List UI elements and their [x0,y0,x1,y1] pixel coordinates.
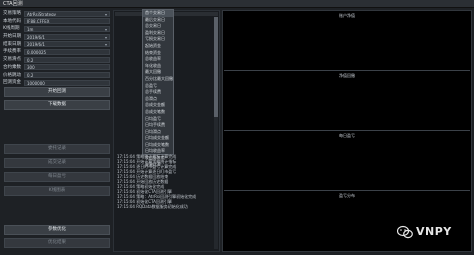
chevron-down-icon[interactable]: ▾ [105,42,107,46]
chart-title-daily-pnl: 每日盈亏 [339,133,355,138]
form-row: K线周期 1m ▾ [2,25,110,32]
form-row: 交易滑点 0.2 [2,56,110,63]
form-label: 手续费率 [3,49,21,55]
pnl-distribution-chart: 盈亏分布 [224,191,470,251]
form-input[interactable]: 300 [24,64,110,71]
form-select[interactable]: 1m ▾ [24,25,110,32]
window-title: CTA回测 [3,1,23,7]
dropdown-item[interactable]: 总交易日 [143,23,173,30]
form-value: 1m [27,26,34,32]
form-select[interactable]: 2019/6/1 ▾ [24,33,110,40]
form-select[interactable]: 2019/6/1 ▾ [24,41,110,48]
chevron-down-icon[interactable]: ▾ [105,12,107,16]
dropdown-item[interactable]: 年化收益 [143,63,173,70]
dropdown-item[interactable]: 总盈亏 [143,83,173,90]
form-row: 开始日期 2019/6/1 ▾ [2,33,110,40]
drawdown-chart: 净值回撤 [224,71,470,131]
form-label: 本地代码 [3,18,21,24]
dropdown-item[interactable]: 日均滑点 [143,129,173,136]
log-line: 17:15:04 RQData数据服务初始化成功 [117,204,188,209]
dropdown-item[interactable]: 总滑点 [143,96,173,103]
form-input[interactable]: 1000000 [24,79,110,86]
form-value: 2019/6/1 [27,42,45,48]
form-input[interactable]: IF88.CFFEX [24,18,110,25]
form-select[interactable]: AtrRsiStrategy ▾ [24,10,110,17]
daily-pnl-chart: 每日盈亏 [224,131,470,191]
form-value: 0.000025 [27,49,47,55]
form-label: 交易滑点 [3,57,21,63]
dropdown-item[interactable]: 盈利交易日 [143,30,173,37]
backtest-settings-panel: 交易策略 AtrRsiStrategy ▾ 本地代码 IF88.CFFEX K线周期 1m ▾… [2,10,110,252]
optimize-result-button[interactable]: 优化结果 [4,238,110,248]
form-label: 开始日期 [3,34,21,40]
dropdown-item[interactable]: 总成交笔数 [143,109,173,116]
form-value: 1000000 [27,80,45,86]
form-value: IF88.CFFEX [27,19,50,25]
dropdown-item[interactable]: 日均盈亏 [143,116,173,123]
dropdown-item[interactable]: 日均手续费 [143,122,173,129]
form-value: 0.2 [27,73,34,78]
watermark-text: VNPY [416,225,452,238]
balance-chart: 账户净值 [224,11,470,71]
wechat-icon [397,225,413,239]
form-label: 交易策略 [3,11,21,16]
dropdown-item[interactable]: 起始资金 [143,43,173,50]
form-label: 价格跳动 [3,72,21,78]
dropdown-item[interactable]: 百分比最大回撤 [143,76,173,83]
log-output: 17:15:04 策略统计指标计算完成 17:15:04 开始计算策略统计指标 17… [117,154,213,209]
form-row: 合约乘数 300 [2,64,110,71]
form-input[interactable]: 0.2 [24,56,110,63]
dropdown-item[interactable]: 总收益率 [143,56,173,63]
vertical-scrollbar-thumb[interactable] [214,17,218,117]
form-value: AtrRsiStrategy [27,11,56,17]
dropdown-item[interactable]: 总手续费 [143,89,173,96]
chart-panel: 账户净值 净值回撤 每日盈亏 盈亏分布 [222,10,472,252]
form-row: 本地代码 IF88.CFFEX [2,18,110,25]
k-chart-button[interactable]: K线图表 [4,186,110,196]
start-backtest-button[interactable]: 开始回测 [4,87,110,97]
statistics-dropdown-menu[interactable]: 首个交易日 最后交易日 总交易日 盈利交易日 亏损交易日 起始资金 结束资金 总收益率 年化收益… [142,9,174,167]
dropdown-item[interactable]: 日均成交金额 [143,135,173,142]
dropdown-item[interactable]: 首个交易日 [143,10,173,17]
dropdown-item[interactable]: 最大回撤 [143,69,173,76]
download-data-button[interactable]: 下载数据 [4,100,110,110]
dropdown-item[interactable]: 总成交金额 [143,102,173,109]
form-label: K线周期 [3,26,20,32]
form-row: 回测资金 1000000 [2,79,110,86]
form-input[interactable]: 0.000025 [24,48,110,55]
trade-records-button[interactable]: 成交记录 [4,158,110,168]
dropdown-item[interactable]: 日均成交笔数 [143,142,173,149]
chevron-down-icon[interactable]: ▾ [105,35,107,39]
chart-title-balance: 账户净值 [339,13,355,18]
statistics-log-panel: 首个交易日 最后交易日 总交易日 盈利交易日 亏损交易日 起始资金 结束资金 总收益率 年化收益… [113,9,220,252]
dropdown-item[interactable]: 亏损交易日 [143,36,173,43]
form-value: 0.2 [27,57,34,63]
chart-title-pnl-distribution: 盈亏分布 [339,193,355,198]
watermark: VNPY [397,222,469,242]
daily-pnl-button[interactable]: 每日盈亏 [4,172,110,182]
form-input[interactable]: 0.2 [24,72,110,78]
form-row: 交易策略 AtrRsiStrategy ▾ [2,10,110,17]
optimize-button[interactable]: 参数优化 [4,225,110,235]
form-row: 价格跳动 0.2 [2,72,110,79]
form-row: 结束日期 2019/6/1 ▾ [2,41,110,48]
chart-title-drawdown: 净值回撤 [339,73,355,78]
order-records-button[interactable]: 委托记录 [4,144,110,154]
dropdown-item[interactable]: 结束资金 [143,50,173,57]
form-label: 回测资金 [3,80,21,86]
settings-form: 交易策略 AtrRsiStrategy ▾ 本地代码 IF88.CFFEX K线周期 1m ▾… [2,10,110,86]
chevron-down-icon[interactable]: ▾ [105,27,107,31]
form-label: 结束日期 [3,41,21,47]
dropdown-item[interactable]: 最后交易日 [143,17,173,24]
form-value: 300 [27,65,35,71]
form-value: 2019/6/1 [27,34,45,40]
form-row: 手续费率 0.000025 [2,48,110,55]
window-title-bar: CTA回测 [0,0,474,8]
form-label: 合约乘数 [3,64,21,70]
